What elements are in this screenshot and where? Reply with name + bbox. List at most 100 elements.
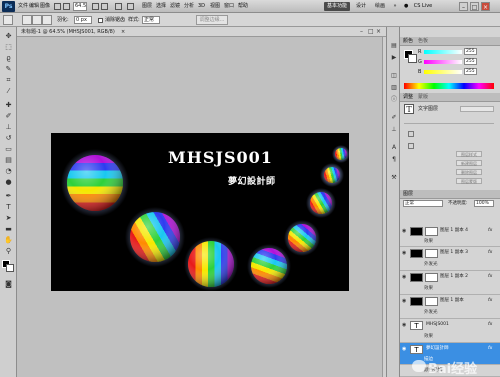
menu-analysis[interactable]: 分析 xyxy=(184,2,194,11)
menu-edit[interactable]: 编辑 xyxy=(29,2,39,11)
mask-option-icon[interactable] xyxy=(408,131,414,137)
opacity-input[interactable]: 100% xyxy=(474,200,494,207)
actions-panel-icon[interactable]: ▶ xyxy=(389,53,399,62)
clone-stamp-tool-icon[interactable]: ⊥ xyxy=(3,122,14,132)
brush-panel-icon[interactable]: ✐ xyxy=(389,113,399,122)
tool-presets-panel-icon[interactable]: ⚒ xyxy=(389,173,399,182)
blend-mode-select[interactable]: 正常 xyxy=(403,200,443,207)
visibility-eye-icon[interactable]: ◉ xyxy=(402,274,406,280)
minimize-icon[interactable]: – xyxy=(459,2,468,11)
color-spectrum-bar[interactable] xyxy=(404,83,494,89)
quick-mask-icon[interactable]: ◙ xyxy=(3,279,14,289)
gradient-tool-icon[interactable]: ▤ xyxy=(3,155,14,165)
antialias-checkbox[interactable] xyxy=(98,18,103,23)
lasso-tool-icon[interactable]: ϱ xyxy=(3,53,14,63)
mini-bridge-icon[interactable] xyxy=(63,3,70,10)
type-tool-icon[interactable]: T xyxy=(3,202,14,212)
zoom-level-input[interactable]: 64.5 xyxy=(73,2,87,11)
hand-tool-icon[interactable] xyxy=(92,3,99,10)
cs-live-button[interactable]: CS Live xyxy=(410,2,436,11)
brush-tool-icon[interactable]: ✐ xyxy=(3,111,14,121)
canvas[interactable]: MHSJS001 夢幻設計師 xyxy=(51,133,349,291)
color-background-swatch[interactable] xyxy=(408,54,417,63)
layer-row[interactable]: ◉ 图层 1 副本 fx 外发光 xyxy=(400,295,500,319)
shape-tool-icon[interactable]: ▬ xyxy=(3,224,14,234)
crop-tool-icon[interactable]: ⌗ xyxy=(3,75,14,85)
pen-tool-icon[interactable]: ✒ xyxy=(3,191,14,201)
tab-swatches[interactable]: 色板 xyxy=(418,38,428,45)
path-selection-tool-icon[interactable]: ➤ xyxy=(3,213,14,223)
background-color-swatch[interactable] xyxy=(6,264,14,272)
channel-r-slider[interactable] xyxy=(424,50,462,54)
menu-view[interactable]: 视图 xyxy=(210,2,220,11)
tab-layers[interactable]: 图层 xyxy=(403,191,413,198)
hand-tool-icon[interactable]: ✋ xyxy=(3,235,14,245)
subtract-selection-icon[interactable] xyxy=(42,15,52,25)
eyedropper-tool-icon[interactable]: ⁄ xyxy=(3,86,14,96)
history-brush-tool-icon[interactable]: ↺ xyxy=(3,133,14,143)
close-icon[interactable]: × xyxy=(481,2,490,11)
menu-file[interactable]: 文件 xyxy=(18,2,28,11)
document-tab[interactable]: 未标题-1 @ 64.5% (MHSJS001, RGB/8) × – □ × xyxy=(17,27,386,37)
layer-row[interactable]: ◉ 图层 1 副本 2 fx 效果 xyxy=(400,271,500,295)
layer-row[interactable]: ◉ 图层 1 副本 3 fx 外发光 xyxy=(400,247,500,271)
channel-g-slider[interactable] xyxy=(424,60,462,64)
healing-brush-tool-icon[interactable]: ✚ xyxy=(3,100,14,110)
workspace-essentials-button[interactable]: 基本功能 xyxy=(324,2,350,11)
menu-filter[interactable]: 滤镜 xyxy=(170,2,180,11)
menu-image[interactable]: 图像 xyxy=(40,2,50,11)
visibility-eye-icon[interactable]: ◉ xyxy=(402,322,406,328)
clone-source-panel-icon[interactable]: ⊥ xyxy=(389,125,399,134)
fx-icon[interactable]: fx xyxy=(488,250,492,255)
style-select[interactable]: 正常 xyxy=(142,16,160,24)
dodge-tool-icon[interactable]: ● xyxy=(3,177,14,187)
doc-close-icon[interactable]: × xyxy=(376,28,381,36)
blur-tool-icon[interactable]: ◔ xyxy=(3,166,14,176)
tab-adjustments[interactable]: 调整 xyxy=(403,94,413,101)
fx-icon[interactable]: fx xyxy=(488,228,492,233)
workspace-painting-button[interactable]: 绘画 xyxy=(372,2,388,11)
delete-layer-button[interactable]: 删除图层 xyxy=(456,169,482,175)
paragraph-panel-icon[interactable]: ¶ xyxy=(389,155,399,164)
visibility-eye-icon[interactable]: ◉ xyxy=(402,250,406,256)
marquee-tool-preset-icon[interactable] xyxy=(3,15,13,25)
layer-row[interactable]: ◉ 图层 1 副本 4 fx 效果 xyxy=(400,225,500,247)
fx-icon[interactable]: fx xyxy=(488,322,492,327)
fx-icon[interactable]: fx xyxy=(488,274,492,279)
new-layer-button[interactable]: 新建图层 xyxy=(456,160,482,166)
document-close-icon[interactable]: × xyxy=(121,28,125,36)
workspace-more-icon[interactable]: » xyxy=(391,2,399,11)
doc-maximize-icon[interactable]: □ xyxy=(368,28,374,36)
menu-layer[interactable]: 图层 xyxy=(142,2,152,11)
marquee-tool-icon[interactable]: ⬚ xyxy=(3,42,14,52)
bridge-icon[interactable] xyxy=(54,3,61,10)
maximize-icon[interactable]: □ xyxy=(470,2,479,11)
layer-style-button[interactable]: 图层样式 xyxy=(456,151,482,157)
layer-row[interactable]: ◉ T MHSJS001 fx 效果 xyxy=(400,319,500,343)
info-panel-icon[interactable]: ⓘ xyxy=(389,95,399,104)
tab-color[interactable]: 颜色 xyxy=(403,38,413,45)
screen-mode-icon[interactable] xyxy=(127,3,134,10)
zoom-tool-icon[interactable]: ⚲ xyxy=(3,246,14,256)
channel-r-value[interactable]: 255 xyxy=(464,48,477,55)
menu-3d[interactable]: 3D xyxy=(198,2,205,11)
add-selection-icon[interactable] xyxy=(32,15,42,25)
channel-b-slider[interactable] xyxy=(424,70,462,74)
zoom-tool-icon[interactable] xyxy=(101,3,108,10)
layer-mask-button[interactable]: 图层蒙版 xyxy=(456,178,482,184)
menu-select[interactable]: 选择 xyxy=(156,2,166,11)
doc-minimize-icon[interactable]: – xyxy=(360,28,363,36)
visibility-eye-icon[interactable]: ◉ xyxy=(402,346,406,352)
fx-icon[interactable]: fx xyxy=(488,346,492,351)
mask-density-field[interactable] xyxy=(460,106,494,112)
menu-window[interactable]: 窗口 xyxy=(224,2,234,11)
workspace-design-button[interactable]: 设计 xyxy=(353,2,369,11)
navigator-panel-icon[interactable]: ◫ xyxy=(389,71,399,80)
tab-masks[interactable]: 蒙版 xyxy=(418,94,428,101)
history-panel-icon[interactable]: ▤ xyxy=(389,41,399,50)
quick-select-tool-icon[interactable]: ✎ xyxy=(3,64,14,74)
arrange-documents-icon[interactable] xyxy=(115,3,122,10)
character-panel-icon[interactable]: A xyxy=(389,143,399,152)
visibility-eye-icon[interactable]: ◉ xyxy=(402,228,406,234)
refine-edge-button[interactable]: 调整边缘... xyxy=(196,15,228,25)
